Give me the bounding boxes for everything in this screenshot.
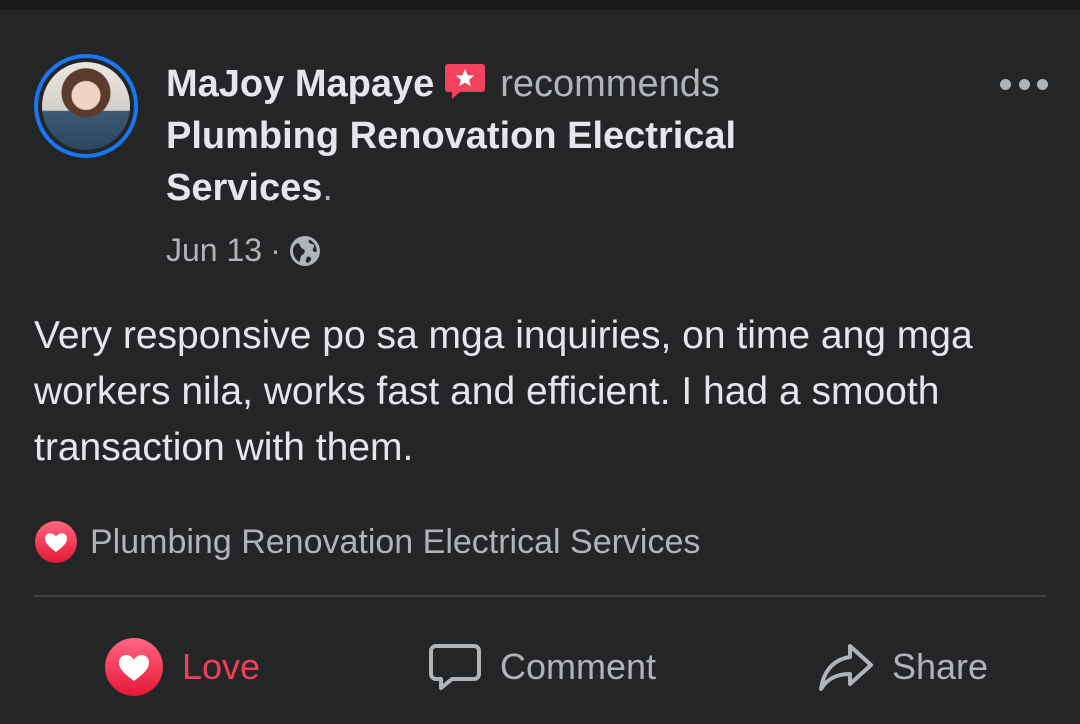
love-reaction-icon <box>34 520 78 564</box>
status-strip <box>0 0 1080 10</box>
author-name[interactable]: MaJoy Mapaye <box>166 63 434 105</box>
more-dot-icon <box>1018 78 1030 90</box>
avatar-photo <box>42 62 130 150</box>
recommended-page-name[interactable]: Plumbing Renovation Electrical Services <box>166 115 736 209</box>
divider <box>34 595 1046 597</box>
post-body: Very responsive po sa mga inquiries, on … <box>34 314 973 469</box>
meta-separator: · <box>270 232 281 268</box>
comment-icon <box>429 644 481 690</box>
share-button[interactable]: Share <box>818 622 988 712</box>
avatar[interactable] <box>34 54 138 158</box>
post-header: MaJoy Mapaye recommends Plumbing Renovati… <box>166 58 866 214</box>
love-button[interactable]: Love <box>104 622 260 712</box>
share-label: Share <box>892 646 989 687</box>
share-icon <box>819 644 873 691</box>
love-label: Love <box>182 646 261 687</box>
action-bar: Love Comment Share <box>0 622 1080 712</box>
tag-page-name: Plumbing Renovation Electrical Services <box>90 522 701 561</box>
post-date[interactable]: Jun 13 <box>166 232 262 269</box>
header-period: . <box>322 167 333 209</box>
more-options-button[interactable] <box>1000 72 1048 96</box>
recommendation-tag[interactable]: Plumbing Renovation Electrical Services <box>34 520 700 564</box>
comment-label: Comment <box>500 646 657 687</box>
post-meta: Jun 13 · <box>166 232 321 269</box>
comment-button[interactable]: Comment <box>428 622 656 712</box>
recommends-text: recommends <box>500 63 720 105</box>
post-card: MaJoy Mapaye recommends Plumbing Renovati… <box>0 10 1080 724</box>
more-dot-icon <box>1000 78 1011 90</box>
recommendation-icon <box>444 62 486 100</box>
more-dot-icon <box>1037 78 1048 90</box>
globe-icon <box>289 235 321 267</box>
love-icon <box>105 638 163 696</box>
